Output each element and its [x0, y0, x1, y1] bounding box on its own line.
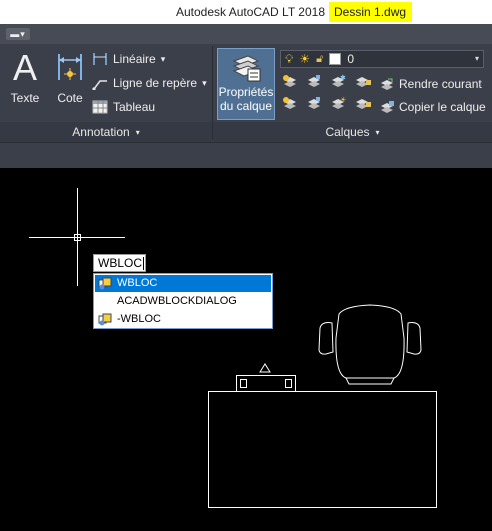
make-current-button[interactable]: Rendre courant [380, 77, 482, 91]
chair-drawing [318, 304, 422, 385]
annotation-panel-title[interactable]: Annotation ▾ [0, 122, 212, 142]
linear-dimension-icon [92, 52, 108, 66]
table-icon [92, 100, 108, 114]
linear-button-label: Linéaire [113, 52, 156, 66]
autocomplete-item-label: ACADWBLOCKDIALOG [117, 295, 237, 307]
make-current-label: Rendre courant [399, 77, 482, 91]
linear-button[interactable]: Linéaire ▾ [92, 52, 165, 66]
annotation-panel-label: Annotation [72, 125, 130, 139]
layers-panel-label: Calques [325, 125, 370, 139]
text-caret [143, 257, 145, 271]
layer-unisolate-icon[interactable] [308, 97, 320, 109]
layer-properties-button[interactable]: Propriétés du calque [217, 48, 275, 120]
text-icon: A [12, 47, 37, 88]
dimension-button[interactable]: Cote [52, 50, 88, 105]
command-autocomplete-list: WBLOC ACADWBLOCKDIALOG -WBLOC [93, 273, 273, 329]
layer-tools-grid: ✱ ☀ [282, 74, 390, 120]
lock-open-icon: 🔓︎ [316, 52, 324, 65]
leader-icon [92, 76, 108, 91]
autocomplete-item-wbloc[interactable]: WBLOC [95, 275, 271, 292]
autocomplete-item-label: -WBLOC [117, 313, 161, 325]
svg-text:☀: ☀ [340, 96, 346, 104]
layers-panel-title[interactable]: Calques ▾ [213, 122, 492, 142]
svg-text:✱: ✱ [340, 74, 346, 82]
app-title: Autodesk AutoCAD LT 2018 [176, 5, 325, 19]
drawing-svg [29, 188, 437, 508]
layer-freeze-icon[interactable]: ✱ [332, 74, 346, 87]
linear-dropdown-icon[interactable]: ▾ [161, 54, 166, 65]
block-command-icon [98, 277, 112, 290]
command-input[interactable]: WBLOC [93, 254, 146, 272]
leader-dropdown-icon[interactable]: ▾ [202, 78, 207, 89]
layer-stack-icon [230, 53, 262, 83]
layers-expand-icon: ▾ [375, 127, 380, 137]
file-tab-strip [0, 142, 492, 169]
autocomplete-item-label: WBLOC [117, 277, 158, 289]
autocomplete-item-acadwblockdialog[interactable]: ACADWBLOCKDIALOG [95, 293, 271, 310]
copy-layer-button[interactable]: Copier le calque [380, 100, 486, 114]
text-button-label: Texte [10, 91, 40, 105]
color-swatch-icon [329, 53, 342, 65]
layer-off-icon[interactable] [283, 75, 296, 87]
dimension-button-label: Cote [57, 91, 83, 105]
quick-access-menu-button[interactable]: ▬▾ [6, 28, 30, 40]
ribbon: A Texte Cote Linéaire ▾ Ligne de repère … [0, 44, 492, 142]
leader-button[interactable]: Ligne de repère ▾ [92, 76, 207, 91]
make-current-icon [380, 78, 394, 90]
file-name: Dessin 1.dwg [329, 2, 413, 22]
layer-lock-icon[interactable] [356, 77, 371, 87]
autocomplete-item-dash-wbloc[interactable]: -WBLOC [95, 311, 271, 328]
title-bar: Autodesk AutoCAD LT 2018 Dessin 1.dwg [0, 0, 492, 24]
bulb-icon: 💡︎ [285, 51, 294, 66]
drawing-canvas[interactable] [0, 168, 492, 528]
copy-layer-icon [380, 101, 394, 113]
text-button[interactable]: A Texte [6, 47, 44, 106]
layer-isolate-icon[interactable] [308, 75, 320, 87]
layer-unlock-icon[interactable] [356, 99, 371, 109]
current-layer-name: 0 [347, 52, 354, 66]
sun-icon: ☀ [299, 52, 311, 66]
desk-drawing [208, 363, 437, 508]
annotation-expand-icon: ▾ [135, 127, 140, 137]
leader-button-label: Ligne de repère [113, 76, 198, 90]
layer-properties-label-2: du calque [219, 99, 273, 113]
copy-layer-label: Copier le calque [399, 100, 486, 114]
layer-dropdown[interactable]: 💡︎ ☀ 🔓︎ 0 ▾ [280, 50, 484, 68]
table-button-label: Tableau [113, 100, 156, 114]
layer-properties-label-1: Propriétés [218, 85, 274, 99]
table-button[interactable]: Tableau [92, 100, 155, 114]
dimension-icon [55, 50, 85, 86]
quick-access-bar: ▬▾ [0, 24, 492, 44]
command-input-value: WBLOC [98, 256, 143, 270]
layer-on-icon[interactable] [283, 97, 296, 109]
layer-dropdown-arrow-icon[interactable]: ▾ [475, 54, 479, 63]
block-command-icon [98, 313, 112, 326]
layer-thaw-icon[interactable]: ☀ [332, 96, 346, 109]
